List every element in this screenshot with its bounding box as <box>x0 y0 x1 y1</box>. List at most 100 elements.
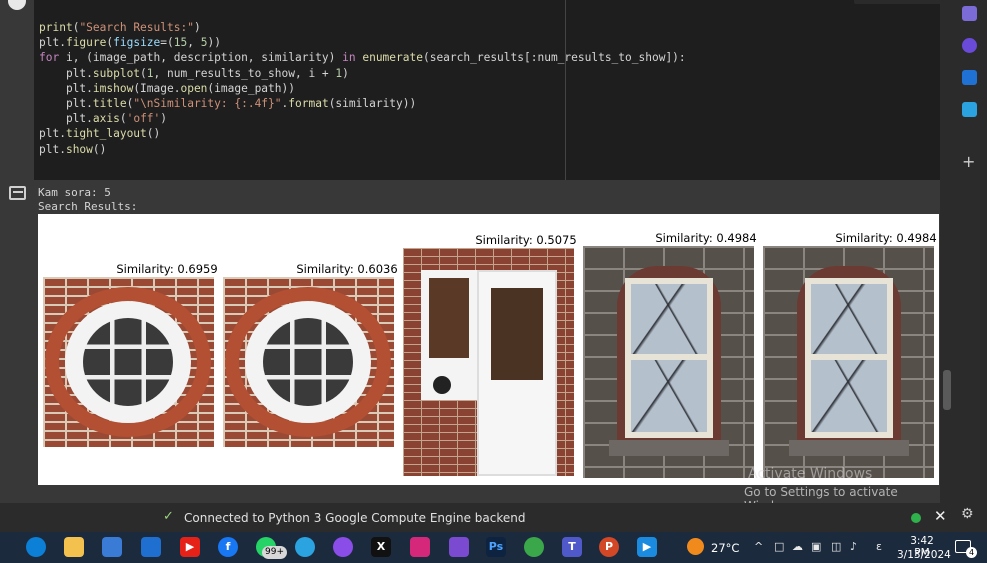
code-token: 'off' <box>126 112 161 126</box>
code-token: , num_results_to_show, i + <box>153 66 336 80</box>
clock-date[interactable]: 3/13/2024 <box>897 549 951 561</box>
facebook-icon[interactable]: f <box>218 537 238 557</box>
code-token: axis <box>92 112 120 126</box>
code-token: for <box>39 51 60 65</box>
code-cell-gutter <box>0 0 34 180</box>
result-image-4 <box>583 246 754 478</box>
outlook-icon[interactable] <box>962 70 977 85</box>
code-token: ) <box>342 66 349 80</box>
subplot-title-1: Similarity: 0.6959 <box>116 262 218 276</box>
youtube-icon[interactable]: ▶ <box>180 537 200 557</box>
ruler-line <box>565 0 566 180</box>
code-token: i, (image_path, description, similarity) <box>59 51 343 65</box>
code-token: (Image. <box>133 81 181 95</box>
code-token: figsize <box>113 36 161 50</box>
results-figure: Similarity: 0.6959 Similarity: 0.6036 Si… <box>38 214 939 485</box>
output-gutter <box>0 180 34 500</box>
visual-studio-icon[interactable] <box>449 537 469 557</box>
code-token: ( <box>140 66 147 80</box>
language-icon[interactable]: ε <box>876 540 882 553</box>
code-token: enumerate <box>362 51 423 65</box>
sidebar-app-icon[interactable] <box>962 6 977 21</box>
code-line[interactable]: for i, (image_path, description, similar… <box>39 50 686 65</box>
code-token: () <box>92 142 107 156</box>
activation-watermark-title: Activate Windows <box>748 466 873 482</box>
output-line-1: Kam sora: 5 <box>38 186 111 199</box>
code-token: , <box>187 36 201 50</box>
code-token: show <box>65 142 93 156</box>
code-token: plt. <box>39 97 93 110</box>
messenger-icon[interactable] <box>333 537 353 557</box>
scrollbar-thumb[interactable] <box>943 370 951 410</box>
code-token: title <box>92 97 127 110</box>
whatsapp-badge: 99+ <box>262 546 287 559</box>
check-icon: ✓ <box>163 509 174 524</box>
media-player-icon[interactable]: ▶ <box>637 537 657 557</box>
cloud-icon[interactable]: ☁ <box>792 540 803 553</box>
right-sidebar: + ⚙ <box>952 0 987 532</box>
close-icon[interactable]: ✕ <box>934 507 947 525</box>
windows-taskbar: ▶ f 99+ X Ps T P ▶ 27°C ^ □ ☁ ▣ ◫ ♪ ε 3:… <box>0 532 987 563</box>
code-line[interactable]: plt.axis('off') <box>39 111 167 126</box>
code-line[interactable]: plt.figure(figsize=(15, 5)) <box>39 35 221 50</box>
connection-status-text: Connected to Python 3 Google Compute Eng… <box>184 511 526 525</box>
code-token: format <box>288 97 329 110</box>
weather-icon[interactable] <box>687 538 704 555</box>
notebook-area: print("Search Results:") plt.figure(figsi… <box>0 0 968 513</box>
code-line[interactable]: plt.show() <box>39 142 106 157</box>
settings-gear-icon[interactable]: ⚙ <box>961 506 974 522</box>
x-icon[interactable]: X <box>371 537 391 557</box>
code-line[interactable]: plt.tight_layout() <box>39 126 160 141</box>
run-cell-button[interactable] <box>8 0 26 10</box>
file-explorer-icon[interactable] <box>64 537 84 557</box>
connection-status-dot <box>911 513 921 523</box>
tray-window-icon[interactable]: ▣ <box>811 540 821 553</box>
mail-icon[interactable] <box>141 537 161 557</box>
photoshop-icon[interactable]: Ps <box>486 537 506 557</box>
copilot-icon[interactable] <box>962 38 977 53</box>
chrome-icon[interactable] <box>524 537 544 557</box>
code-token: ) <box>160 112 168 126</box>
code-line[interactable]: plt.imshow(Image.open(image_path)) <box>39 81 295 96</box>
output-menu-icon[interactable] <box>9 186 26 200</box>
teams-icon[interactable]: T <box>562 537 582 557</box>
edge-icon[interactable] <box>26 537 46 557</box>
telegram-icon[interactable] <box>295 537 315 557</box>
code-token: figure <box>65 36 107 50</box>
code-token: subplot <box>92 66 141 80</box>
code-token: (image_path)) <box>207 81 295 95</box>
add-icon[interactable]: + <box>962 152 975 171</box>
code-token: plt. <box>39 112 93 126</box>
code-token: (similarity)) <box>328 97 417 110</box>
code-token: in <box>342 51 356 65</box>
volume-icon[interactable]: ♪ <box>850 540 857 553</box>
code-token: 1 <box>146 66 154 80</box>
code-cell[interactable]: print("Search Results:") plt.figure(figsi… <box>34 0 968 180</box>
code-line[interactable]: print("Search Results:") <box>39 20 201 35</box>
subplot-title-3: Similarity: 0.5075 <box>475 233 577 247</box>
notification-count: 4 <box>966 547 977 558</box>
code-token: (search_results[:num_results_to_show]): <box>422 51 686 65</box>
code-line[interactable]: plt.subplot(1, num_results_to_show, i + … <box>39 66 349 81</box>
status-bar: ✓ Connected to Python 3 Google Compute E… <box>0 503 952 532</box>
code-token: open <box>180 81 208 95</box>
code-token: plt. <box>39 36 66 50</box>
network-icon[interactable]: ◫ <box>831 540 841 553</box>
send-icon[interactable] <box>962 102 977 117</box>
code-token: ( <box>119 112 127 126</box>
code-token: =( <box>160 36 174 50</box>
result-image-2 <box>223 277 394 447</box>
store-icon[interactable] <box>102 537 122 557</box>
instagram-icon[interactable] <box>410 537 430 557</box>
tray-app-icon[interactable]: □ <box>774 540 784 553</box>
notebook-scrollbar[interactable] <box>940 0 952 503</box>
chevron-up-icon[interactable]: ^ <box>754 540 763 553</box>
temperature: 27°C <box>711 541 740 555</box>
code-token: () <box>146 127 161 141</box>
result-image-1 <box>43 277 214 447</box>
output-line-2: Search Results: <box>38 200 138 213</box>
subplot-title-4: Similarity: 0.4984 <box>655 231 757 245</box>
code-line[interactable]: plt.title("\nSimilarity: {:.4f}".format(… <box>39 96 416 111</box>
code-token: plt. <box>39 81 93 95</box>
powerpoint-icon[interactable]: P <box>599 537 619 557</box>
